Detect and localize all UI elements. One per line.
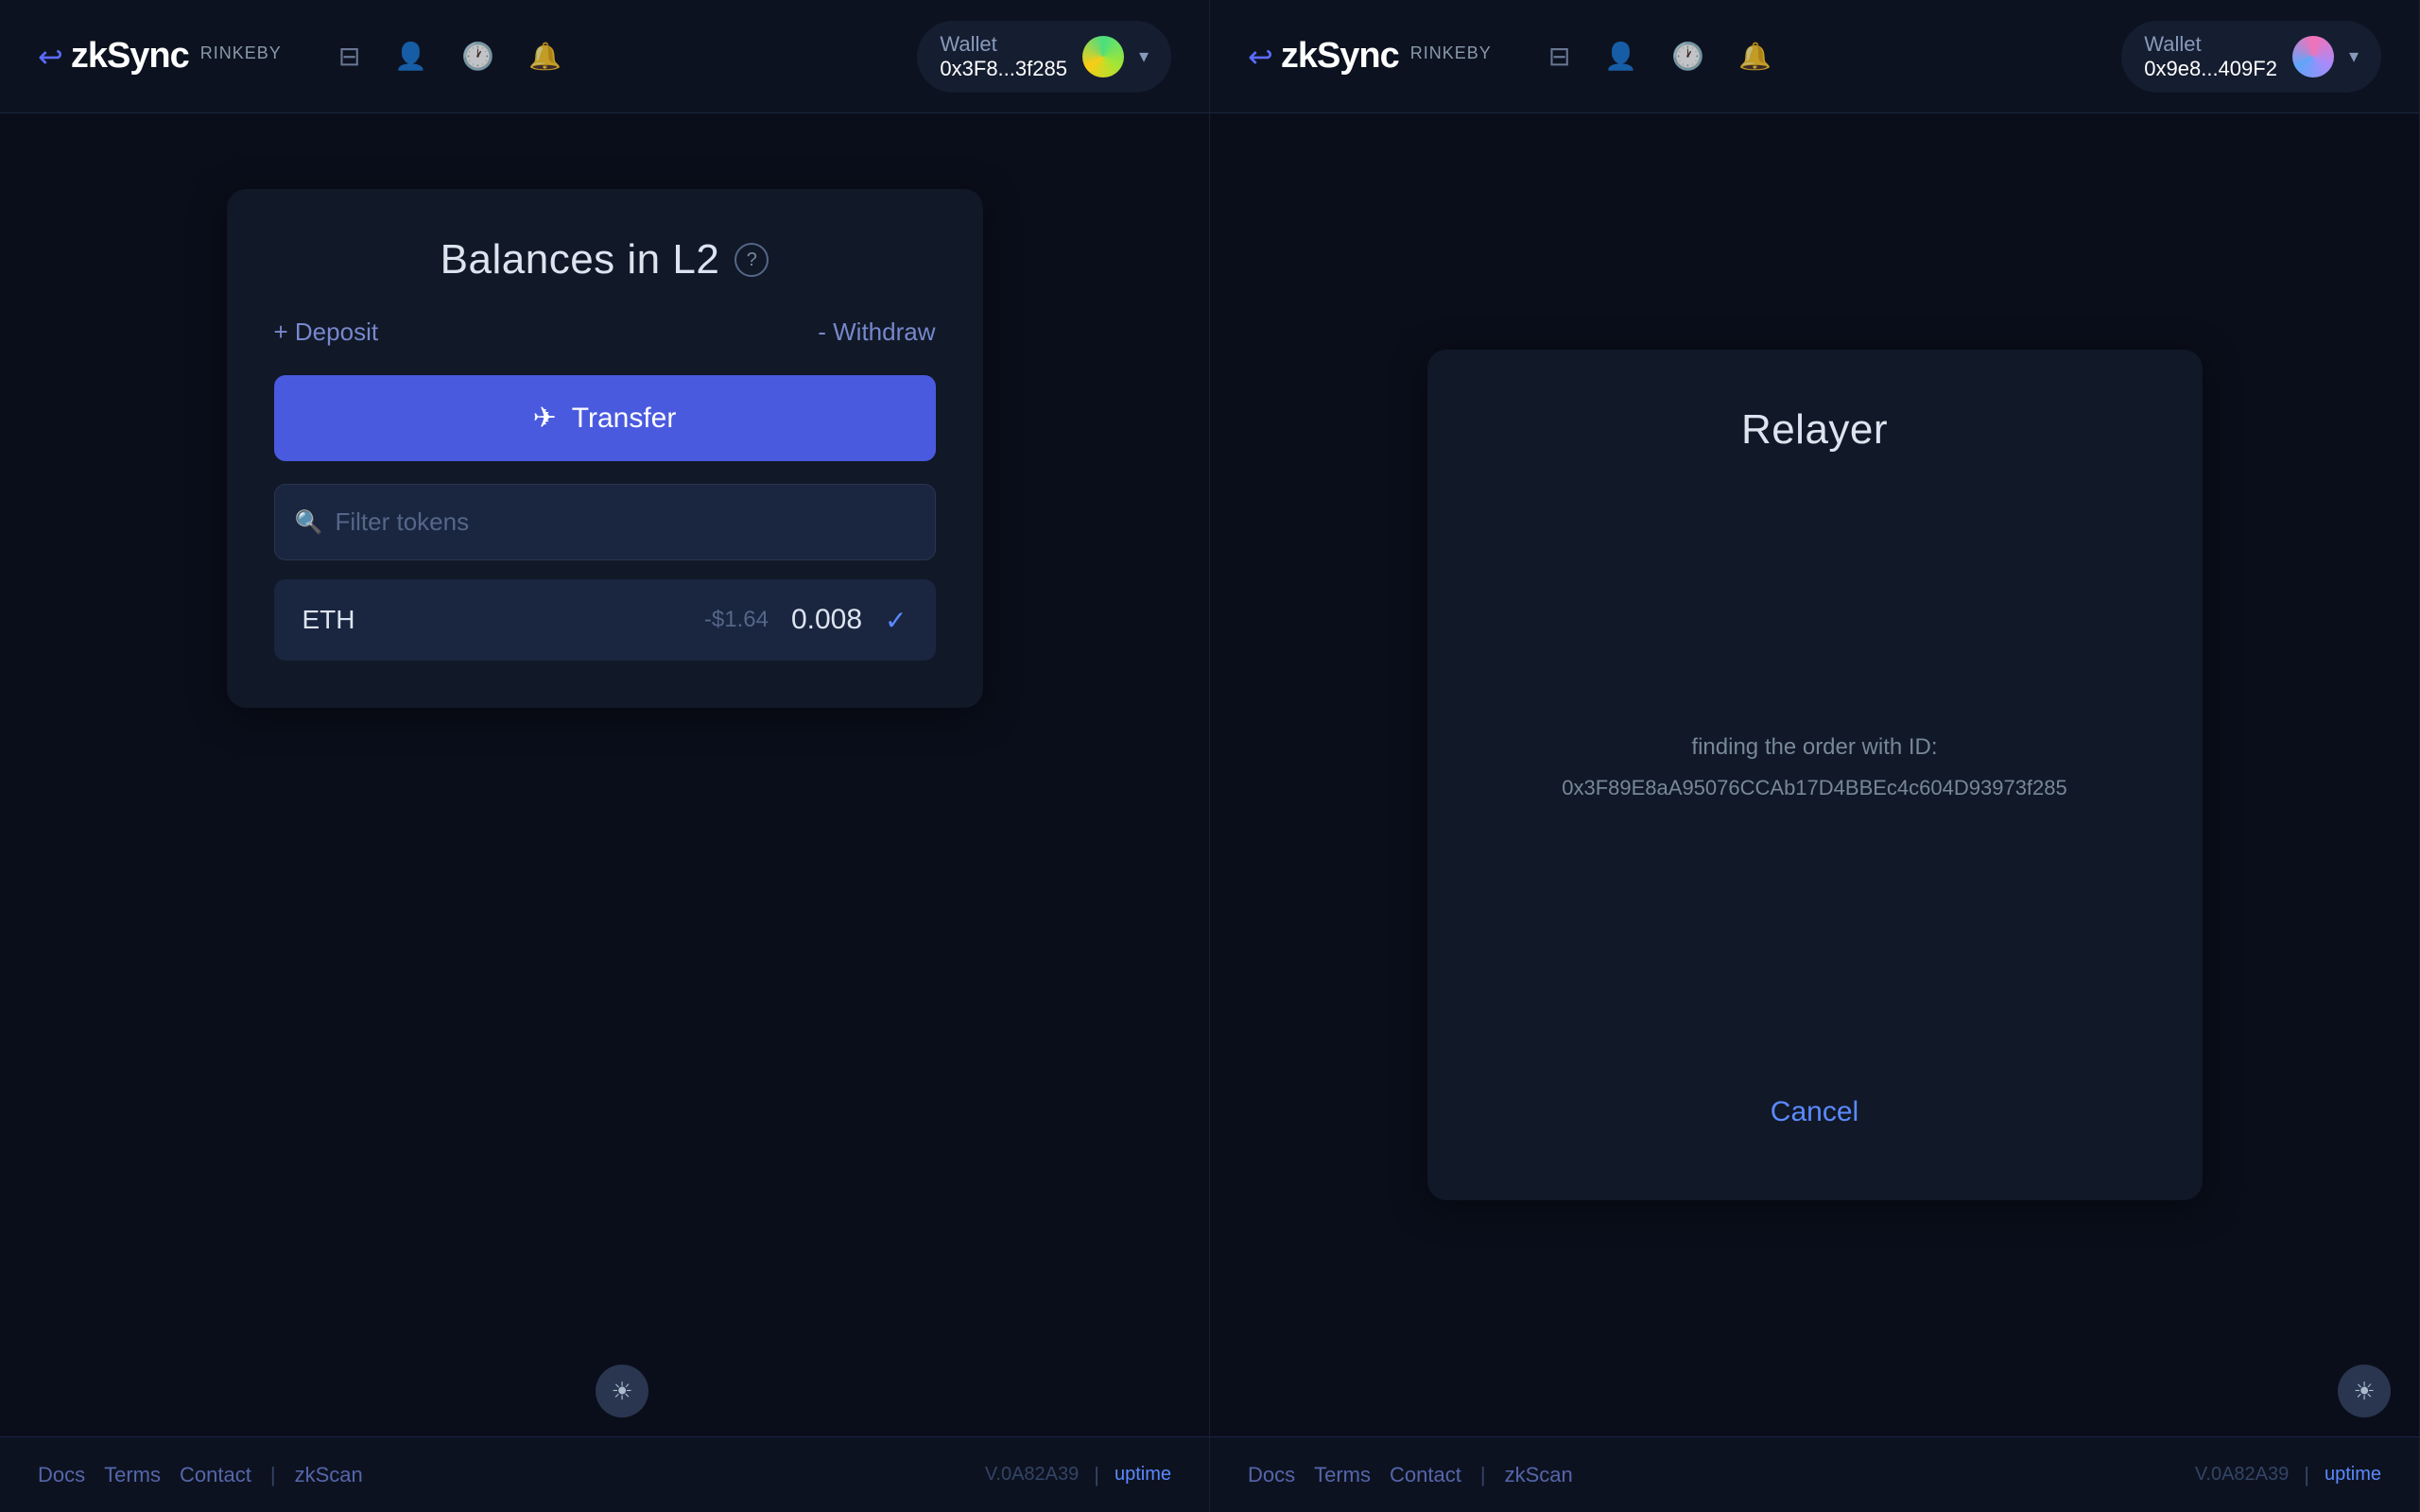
history-nav-icon[interactable]: 🕐	[461, 41, 494, 72]
right-footer-links: Docs Terms Contact | zkScan	[1248, 1463, 1573, 1487]
left-footer: Docs Terms Contact | zkScan V.0A82A39 | …	[0, 1436, 1209, 1512]
bell-nav-icon[interactable]: 🔔	[528, 41, 562, 72]
cancel-button[interactable]: Cancel	[1733, 1081, 1896, 1143]
left-logo: ↩ zkSync RINKEBY	[38, 36, 282, 77]
relayer-card: Relayer finding the order with ID: 0x3F8…	[1427, 350, 2203, 1200]
left-footer-links: Docs Terms Contact | zkScan	[38, 1463, 363, 1487]
left-theme-toggle[interactable]: ☀	[596, 1365, 648, 1418]
left-docs-link[interactable]: Docs	[38, 1463, 85, 1487]
right-footer-version-divider: |	[2304, 1463, 2309, 1487]
right-version: V.0A82A39	[2195, 1464, 2289, 1486]
right-wallet-chevron: ▾	[2349, 44, 2359, 68]
logo-arrow-icon: ↩	[38, 39, 63, 75]
balances-header: Balances in L2 ?	[274, 236, 936, 284]
right-wallet-address: 0x9e8...409F2	[2144, 57, 2277, 81]
right-docs-link[interactable]: Docs	[1248, 1463, 1295, 1487]
right-terms-link[interactable]: Terms	[1314, 1463, 1371, 1487]
relayer-body: finding the order with ID: 0x3F89E8aA950…	[1562, 734, 2067, 800]
right-logo: ↩ zkSync RINKEBY	[1248, 36, 1492, 77]
transfer-label: Transfer	[572, 403, 677, 435]
transfer-button[interactable]: ✈ Transfer	[274, 375, 936, 461]
wallet-nav-icon[interactable]: ⊟	[338, 41, 360, 72]
right-contacts-nav-icon[interactable]: 👤	[1604, 41, 1637, 72]
left-terms-link[interactable]: Terms	[104, 1463, 161, 1487]
search-icon: 🔍	[295, 508, 323, 536]
right-footer: Docs Terms Contact | zkScan V.0A82A39 | …	[1210, 1436, 2419, 1512]
action-links: + Deposit - Withdraw	[274, 318, 936, 347]
left-contact-link[interactable]: Contact	[180, 1463, 251, 1487]
right-wallet-nav-icon[interactable]: ⊟	[1548, 41, 1570, 72]
left-footer-divider: |	[270, 1463, 276, 1487]
token-name: ETH	[302, 605, 355, 635]
right-nav-icons: ⊟ 👤 🕐 🔔	[1548, 41, 2083, 72]
balances-card: Balances in L2 ? + Deposit - Withdraw ✈ …	[227, 189, 983, 708]
left-navbar: ↩ zkSync RINKEBY ⊟ 👤 🕐 🔔 Wallet 0x3F8...…	[0, 0, 1209, 113]
left-uptime[interactable]: uptime	[1115, 1464, 1171, 1486]
right-wallet-label: Wallet	[2144, 32, 2277, 57]
left-main-content: Balances in L2 ? + Deposit - Withdraw ✈ …	[0, 113, 1209, 1436]
left-version: V.0A82A39	[985, 1464, 1079, 1486]
right-footer-right: V.0A82A39 | uptime	[2195, 1463, 2381, 1487]
left-network-badge: RINKEBY	[200, 43, 282, 63]
left-zkscan-link[interactable]: zkScan	[295, 1463, 363, 1487]
balances-title: Balances in L2	[441, 236, 720, 284]
left-wallet-area[interactable]: Wallet 0x3F8...3f285 ▾	[917, 21, 1171, 93]
eth-token-row[interactable]: ETH -$1.64 0.008 ✓	[274, 579, 936, 661]
left-wallet-address: 0x3F8...3f285	[940, 57, 1067, 81]
right-network-badge: RINKEBY	[1410, 43, 1492, 63]
deposit-link[interactable]: + Deposit	[274, 318, 379, 347]
right-logo-arrow-icon: ↩	[1248, 39, 1273, 75]
right-footer-divider: |	[1480, 1463, 1486, 1487]
left-panel: ↩ zkSync RINKEBY ⊟ 👤 🕐 🔔 Wallet 0x3F8...…	[0, 0, 1210, 1512]
right-theme-toggle[interactable]: ☀	[2338, 1365, 2391, 1418]
left-footer-right: V.0A82A39 | uptime	[985, 1463, 1171, 1487]
right-uptime[interactable]: uptime	[2325, 1464, 2381, 1486]
order-id-text: 0x3F89E8aA95076CCAb17D4BBEc4c604D93973f2…	[1562, 776, 2067, 800]
right-panel: ↩ zkSync RINKEBY ⊟ 👤 🕐 🔔 Wallet 0x9e8...…	[1210, 0, 2420, 1512]
relayer-content: Relayer finding the order with ID: 0x3F8…	[1210, 113, 2419, 1436]
token-check-icon: ✓	[885, 605, 907, 636]
contacts-nav-icon[interactable]: 👤	[394, 41, 427, 72]
help-icon[interactable]: ?	[735, 243, 769, 277]
right-contact-link[interactable]: Contact	[1390, 1463, 1461, 1487]
right-bell-nav-icon[interactable]: 🔔	[1738, 41, 1772, 72]
left-nav-icons: ⊟ 👤 🕐 🔔	[338, 41, 880, 72]
finding-text: finding the order with ID:	[1691, 734, 1937, 761]
right-logo-text: zkSync	[1281, 36, 1399, 77]
right-history-nav-icon[interactable]: 🕐	[1671, 41, 1704, 72]
token-right: -$1.64 0.008 ✓	[704, 604, 908, 636]
relayer-title: Relayer	[1741, 406, 1888, 454]
left-wallet-label: Wallet	[940, 32, 1067, 57]
left-wallet-chevron: ▾	[1139, 44, 1149, 68]
right-wallet-avatar	[2292, 36, 2334, 77]
transfer-icon: ✈	[533, 402, 557, 435]
right-wallet-area[interactable]: Wallet 0x9e8...409F2 ▾	[2121, 21, 2381, 93]
filter-input-wrap: 🔍	[274, 484, 936, 560]
left-footer-version-divider: |	[1094, 1463, 1099, 1487]
left-logo-text: zkSync	[71, 36, 189, 77]
filter-input[interactable]	[274, 484, 936, 560]
left-wallet-avatar	[1082, 36, 1124, 77]
token-amount: 0.008	[791, 604, 862, 636]
right-zkscan-link[interactable]: zkScan	[1505, 1463, 1573, 1487]
right-navbar: ↩ zkSync RINKEBY ⊟ 👤 🕐 🔔 Wallet 0x9e8...…	[1210, 0, 2419, 113]
token-price: -$1.64	[704, 607, 769, 633]
withdraw-link[interactable]: - Withdraw	[818, 318, 935, 347]
